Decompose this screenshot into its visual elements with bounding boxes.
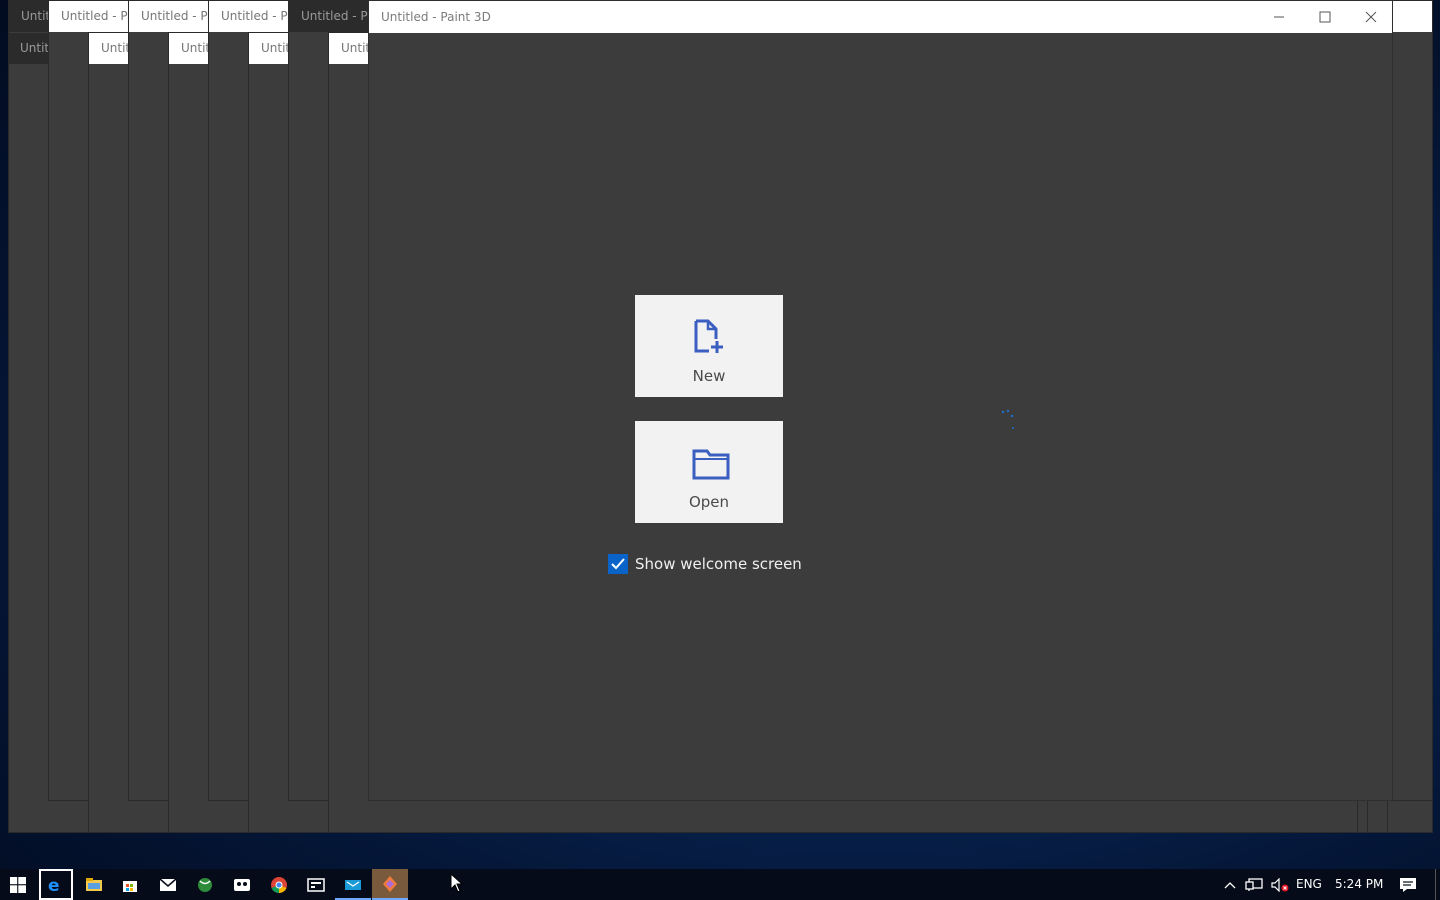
photos-icon bbox=[234, 878, 250, 891]
window-title: Untitled - Paint 3D bbox=[381, 10, 491, 24]
maximize-button[interactable] bbox=[1302, 1, 1348, 33]
svg-text:e: e bbox=[48, 876, 60, 894]
taskbar-store[interactable] bbox=[112, 869, 148, 900]
language-indicator[interactable]: ENG bbox=[1296, 869, 1322, 900]
action-center-button[interactable] bbox=[1390, 869, 1426, 900]
file-explorer-icon bbox=[86, 877, 102, 891]
mouse-cursor-icon bbox=[450, 873, 464, 893]
new-button[interactable]: New bbox=[635, 295, 783, 397]
maximize-icon bbox=[1319, 11, 1331, 23]
store-icon bbox=[123, 880, 137, 892]
checkmark-icon bbox=[611, 558, 625, 570]
chrome-icon bbox=[271, 876, 287, 893]
mail-app-icon bbox=[345, 879, 361, 890]
edge-icon: e bbox=[48, 876, 60, 894]
taskbar-calculator[interactable] bbox=[298, 869, 334, 900]
open-button[interactable]: Open bbox=[635, 421, 783, 523]
taskbar-edge[interactable]: e bbox=[39, 869, 73, 900]
new-button-label: New bbox=[692, 367, 726, 385]
xbox-icon bbox=[198, 877, 212, 892]
paint-3d-icon bbox=[383, 875, 397, 892]
close-icon bbox=[1365, 11, 1377, 23]
loading-spinner-icon bbox=[1001, 409, 1014, 429]
taskbar-mail[interactable] bbox=[150, 869, 186, 900]
volume-tray-button[interactable] bbox=[1266, 869, 1294, 900]
taskbar-photos[interactable] bbox=[224, 869, 260, 900]
close-button[interactable] bbox=[1348, 1, 1394, 33]
taskbar: e ENG 5:24 PM bbox=[0, 869, 1440, 900]
notification-icon bbox=[1400, 877, 1416, 892]
show-welcome-label[interactable]: Show welcome screen bbox=[635, 554, 802, 574]
mail-icon bbox=[159, 877, 177, 891]
window-title-bar[interactable]: Untitled - Paint 3D bbox=[369, 1, 1392, 33]
network-tray-button[interactable] bbox=[1240, 869, 1268, 900]
start-button[interactable] bbox=[0, 869, 36, 900]
windows-start-icon bbox=[10, 876, 26, 893]
minimize-icon bbox=[1274, 16, 1284, 18]
taskbar-file-explorer[interactable] bbox=[76, 869, 112, 900]
taskbar-mail-app[interactable] bbox=[335, 869, 371, 900]
chevron-up-icon bbox=[1224, 881, 1236, 888]
folder-icon bbox=[692, 449, 730, 480]
volume-muted-icon bbox=[1271, 877, 1289, 892]
new-file-icon bbox=[694, 319, 723, 353]
minimize-button[interactable] bbox=[1256, 1, 1302, 33]
taskbar-paint-3d[interactable] bbox=[372, 869, 408, 900]
calculator-icon bbox=[307, 877, 325, 892]
taskbar-chrome[interactable] bbox=[261, 869, 297, 900]
show-welcome-checkbox[interactable] bbox=[608, 554, 628, 574]
taskbar-xbox[interactable] bbox=[187, 869, 223, 900]
show-desktop-button[interactable] bbox=[1435, 869, 1436, 900]
paint-3d-window: Untitled - Paint 3D New Open Show welcom… bbox=[368, 0, 1393, 801]
clock[interactable]: 5:24 PM bbox=[1335, 869, 1383, 900]
open-button-label: Open bbox=[688, 493, 730, 511]
network-icon bbox=[1245, 877, 1263, 891]
